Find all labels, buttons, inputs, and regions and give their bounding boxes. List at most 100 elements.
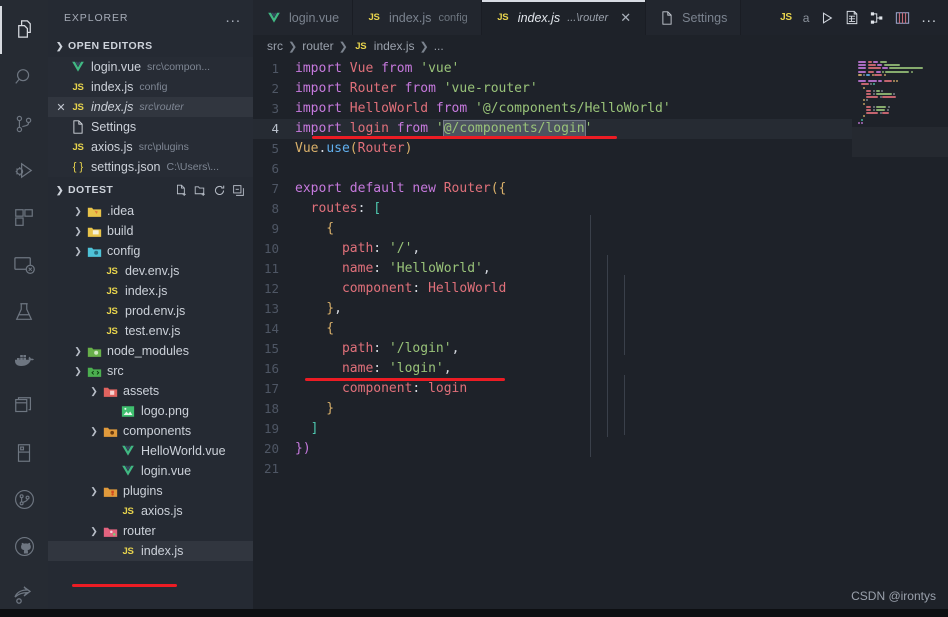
tree-item-config[interactable]: ❯ config [48,241,253,261]
open-preview-icon[interactable] [845,10,859,25]
file-name: settings.json [91,160,161,174]
code-text: }, [295,301,342,316]
minimap-line [883,64,900,67]
minimap-line [871,73,874,76]
open-editor-axios-js[interactable]: JS axios.js src\plugins [48,137,253,157]
line-number: 3 [271,101,279,116]
line-number: 7 [271,181,279,196]
tree-item-label: axios.js [141,504,183,518]
minimap-line [879,112,882,115]
tab-settings[interactable]: Settings [646,0,742,35]
open-editor-settings-json[interactable]: { } settings.json C:\Users\... [48,157,253,177]
activity-bar [0,0,48,617]
chevron-down-icon: ❯ [90,425,98,436]
breadcrumb-index-js[interactable]: index.js [374,39,415,53]
tree-item-dev-env-js[interactable]: JS dev.env.js [48,261,253,281]
tree-item-router-index-js[interactable]: JS index.js [48,541,253,561]
new-folder-icon[interactable] [194,184,207,197]
minimap-slider[interactable] [852,127,948,157]
tree-item-components[interactable]: ❯ components [48,421,253,441]
line-number: 6 [271,161,279,176]
minimap-line [875,93,892,95]
breadcrumb-router[interactable]: router [302,39,333,53]
tree-item-test-env-js[interactable]: JS test.env.js [48,321,253,341]
breadcrumb-symbol[interactable]: ... [434,39,444,53]
tree-item-helloworld-vue[interactable]: HelloWorld.vue [48,441,253,461]
refresh-icon[interactable] [213,184,226,197]
tab-index-js-router[interactable]: JS index.js ...\router ✕ [481,0,647,35]
breadcrumb-src[interactable]: src [267,39,283,53]
code-text: component: HelloWorld [295,281,507,296]
open-editors-section-header[interactable]: ❯ OPEN EDITORS [48,35,253,57]
minimap-line [885,70,910,73]
tab-index-js-config[interactable]: JS index.js config [353,0,482,35]
new-file-icon[interactable] [175,184,188,197]
activitybar-item-explorer[interactable] [0,6,48,54]
tree-item-axios-js[interactable]: JS axios.js [48,501,253,521]
split-editor-icon[interactable] [895,11,910,25]
split-extension-icon[interactable] [870,11,884,25]
minimap-line [866,112,879,115]
chevron-down-icon: ❯ [74,245,82,256]
tree-item-node-modules[interactable]: ❯ node_modules [48,341,253,361]
code-text: import Router from 'vue-router' [295,81,538,96]
more-actions-icon[interactable]: ... [921,10,937,25]
close-icon[interactable]: ✕ [619,10,632,26]
tree-item-router[interactable]: ❯ router [48,521,253,541]
code-line: 12 component: HelloWorld [253,279,948,299]
code-line: 19 ] [253,419,948,439]
minimap-line [870,83,873,86]
tree-item-plugins[interactable]: ❯ plugins [48,481,253,501]
file-name: login.vue [91,60,142,74]
minimap[interactable] [852,57,948,617]
tree-item-logo-png[interactable]: logo.png [48,401,253,421]
tree-item-config-index-js[interactable]: JS index.js [48,281,253,301]
tab-label: login.vue [289,10,340,25]
open-editor-settings[interactable]: Settings [48,117,253,137]
open-editor-index-js-router[interactable]: ✕ JS index.js src\router [48,97,253,117]
tree-item-label: components [123,424,192,438]
tree-item-idea[interactable]: ❯ .idea [48,201,253,221]
tree-item-assets[interactable]: ❯ assets [48,381,253,401]
run-icon[interactable] [820,11,834,25]
file-name: Settings [91,120,137,134]
tree-item-label: assets [123,384,160,398]
open-editor-login-vue[interactable]: login.vue src\compon... [48,57,253,77]
activitybar-item-search[interactable] [0,53,48,100]
tree-item-prod-env-js[interactable]: JS prod.env.js [48,301,253,321]
minimap-line [875,105,887,108]
activitybar-item-run-and-debug[interactable] [0,147,48,194]
tree-item-login-vue[interactable]: login.vue [48,461,253,481]
activitybar-item-remote-explorer[interactable] [0,241,48,288]
activitybar-item-windows[interactable] [0,382,48,429]
activitybar-item-docker[interactable] [0,335,48,382]
activitybar-item-testing[interactable] [0,288,48,335]
minimap-line [866,105,872,108]
close-icon[interactable]: ✕ [52,101,70,114]
js-badge-icon[interactable]: JS [780,12,792,23]
activitybar-item-source-control[interactable] [0,100,48,147]
code-editor[interactable]: 1 import Vue from 'vue' 2 import Router fro… [253,57,948,617]
project-section-header[interactable]: ❯ DOTEST [48,179,253,201]
activitybar-item-github[interactable] [0,523,48,570]
tree-item-src[interactable]: ❯ src [48,361,253,381]
minimap-line [893,80,896,83]
minimap-line [883,73,886,76]
explorer-more-actions-icon[interactable]: ... [225,10,241,25]
tab-login-vue[interactable]: login.vue [253,0,354,35]
chevron-down-icon: ❯ [56,40,64,51]
js-icon: JS [72,141,84,153]
indent-guide [607,255,608,437]
line-number: 11 [263,261,279,276]
letter-a-icon[interactable]: a [803,11,810,25]
activitybar-item-database[interactable] [0,429,48,476]
code-text: } [295,401,335,416]
tree-item-build[interactable]: ❯ build [48,221,253,241]
tab-label: index.js [389,10,432,25]
activitybar-item-git-graph[interactable] [0,476,48,523]
minimap-line [858,121,860,124]
open-editor-index-js-config[interactable]: JS index.js config [48,77,253,97]
code-line: 18 } [253,399,948,419]
activitybar-item-extensions[interactable] [0,194,48,241]
collapse-all-icon[interactable] [232,184,245,197]
